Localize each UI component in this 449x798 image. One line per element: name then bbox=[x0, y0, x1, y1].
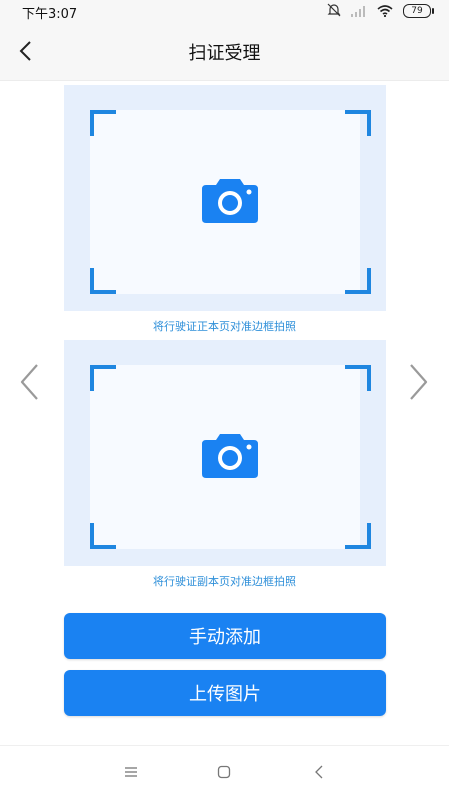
wifi-icon bbox=[377, 2, 393, 21]
system-back-button[interactable] bbox=[305, 760, 333, 784]
status-bar: 下午3:07 79 bbox=[0, 0, 449, 22]
status-icons: 79 bbox=[327, 2, 434, 21]
home-button[interactable] bbox=[210, 760, 238, 784]
upload-image-button[interactable]: 上传图片 bbox=[64, 670, 386, 716]
recent-apps-button[interactable] bbox=[117, 760, 145, 784]
camera-icon[interactable] bbox=[202, 175, 258, 223]
frame-corner bbox=[345, 365, 371, 391]
frame-corner bbox=[90, 268, 116, 294]
frame-corner bbox=[345, 110, 371, 136]
previous-arrow[interactable] bbox=[12, 360, 46, 404]
home-square-icon bbox=[217, 765, 231, 779]
system-nav-bar bbox=[0, 745, 449, 798]
frame-corner bbox=[90, 110, 116, 136]
manual-add-button[interactable]: 手动添加 bbox=[64, 613, 386, 659]
menu-icon bbox=[125, 767, 137, 777]
signal-icon bbox=[351, 2, 367, 21]
next-arrow[interactable] bbox=[402, 360, 436, 404]
frame-corner bbox=[345, 523, 371, 549]
battery-icon: 79 bbox=[403, 4, 434, 18]
camera-icon[interactable] bbox=[202, 430, 258, 478]
license-back-frame[interactable] bbox=[64, 340, 386, 566]
chevron-left-icon bbox=[19, 363, 40, 401]
license-front-frame[interactable] bbox=[64, 85, 386, 311]
header: 扫证受理 bbox=[0, 22, 449, 81]
back-caption: 将行驶证副本页对准边框拍照 bbox=[153, 575, 296, 588]
status-time: 下午3:07 bbox=[22, 7, 78, 22]
frame-corner bbox=[345, 268, 371, 294]
alarm-muted-icon bbox=[327, 2, 341, 21]
page-title: 扫证受理 bbox=[188, 43, 261, 64]
frame-corner bbox=[90, 365, 116, 391]
frame-corner bbox=[90, 523, 116, 549]
front-caption: 将行驶证正本页对准边框拍照 bbox=[153, 320, 296, 333]
chevron-left-icon bbox=[315, 765, 323, 779]
chevron-right-icon bbox=[408, 363, 429, 401]
